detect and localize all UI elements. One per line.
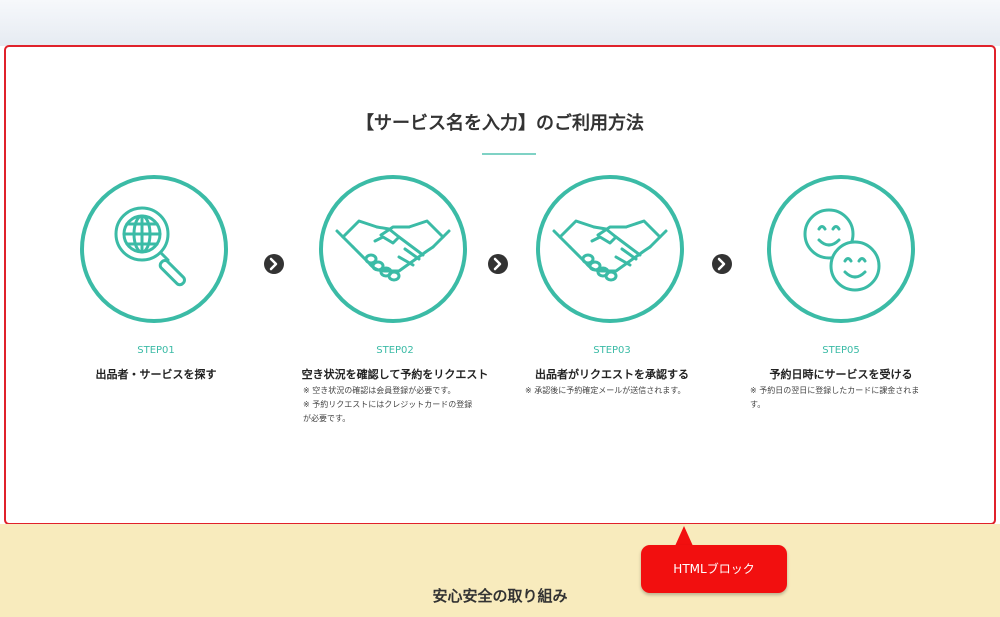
- step-note: す。: [750, 400, 766, 409]
- section-title: 安心安全の取り組み: [432, 587, 568, 605]
- step4-icon-circle: [767, 175, 915, 323]
- step-note: ※ 空き状況の確認は会員登録が必要です。: [303, 386, 456, 395]
- page-header-band: [0, 0, 1000, 46]
- handshake-icon: [552, 219, 668, 282]
- step-label: STEP03: [593, 345, 631, 356]
- step-title: 出品者がリクエストを承認する: [535, 368, 689, 381]
- step1-icon-circle: [80, 175, 228, 323]
- step3-icon-circle: [536, 175, 684, 323]
- step-label: STEP01: [137, 345, 175, 356]
- block-title: 【サービス名を入力】のご利用方法: [356, 113, 644, 134]
- step-title: 空き状況を確認して予約をリクエスト: [301, 368, 489, 381]
- step-note: ※ 予約リクエストにはクレジットカードの登録: [303, 400, 473, 409]
- html-block-tooltip[interactable]: HTMLブロック: [641, 545, 787, 593]
- next-arrow-icon: [488, 254, 508, 274]
- title-underline: [482, 153, 536, 155]
- next-arrow-icon: [712, 254, 732, 274]
- step-title: 出品者・サービスを探す: [95, 368, 217, 381]
- smiley-faces-icon: [803, 208, 881, 292]
- step-label: STEP02: [376, 345, 414, 356]
- step-label: STEP05: [822, 345, 860, 356]
- tooltip-pointer: [675, 526, 693, 546]
- html-block[interactable]: 【サービス名を入力】のご利用方法 STEP01 出品者・サービスを探す STEP…: [4, 45, 996, 525]
- handshake-icon: [335, 219, 451, 282]
- step2-icon-circle: [319, 175, 467, 323]
- safety-section: 安心安全の取り組み: [0, 524, 1000, 617]
- step-title: 予約日時にサービスを受ける: [769, 368, 913, 381]
- step-note: が必要です。: [303, 414, 351, 423]
- step-note: ※ 承認後に予約確定メールが送信されます。: [525, 386, 686, 395]
- step-note: ※ 予約日の翌日に登録したカードに課金されま: [750, 386, 920, 395]
- magnifier-globe-icon: [114, 206, 186, 287]
- next-arrow-icon: [264, 254, 284, 274]
